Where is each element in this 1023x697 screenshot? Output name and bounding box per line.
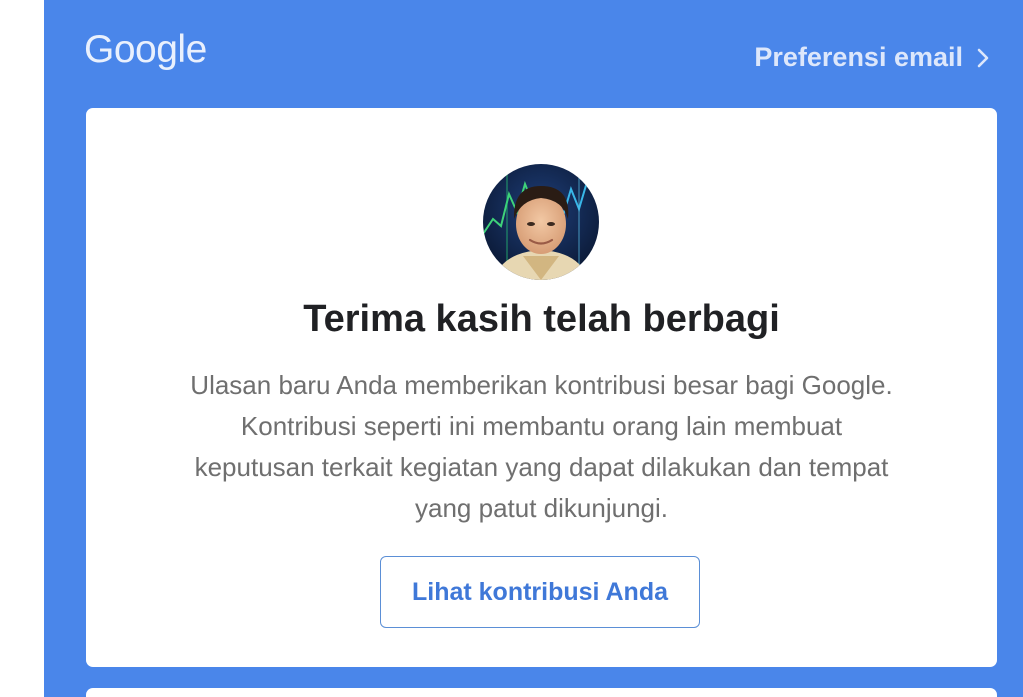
next-card-edge bbox=[86, 688, 997, 697]
email-preferences-label: Preferensi email bbox=[754, 42, 963, 72]
thanks-card: Terima kasih telah berbagi Ulasan baru A… bbox=[86, 108, 997, 667]
chevron-right-icon bbox=[977, 48, 989, 68]
card-body-text: Ulasan baru Anda memberikan kontribusi b… bbox=[190, 370, 893, 523]
card-title: Terima kasih telah berbagi bbox=[303, 298, 780, 340]
avatar bbox=[483, 164, 599, 280]
google-logo: Google bbox=[84, 28, 207, 71]
email-page: Google Preferensi email Terima kasih tel… bbox=[0, 0, 1023, 697]
view-contributions-button[interactable]: Lihat kontribusi Anda bbox=[380, 556, 700, 628]
email-preferences-link[interactable]: Preferensi email bbox=[754, 42, 989, 73]
